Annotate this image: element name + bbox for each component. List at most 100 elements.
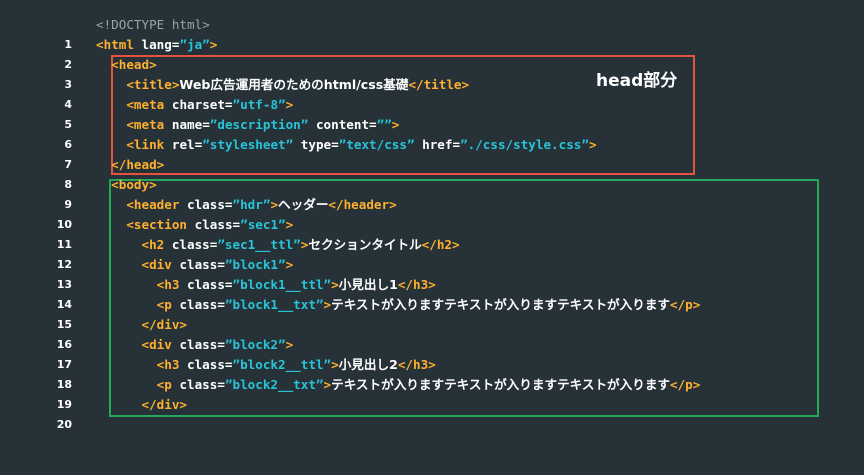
div-open-tag: <div <box>141 337 172 352</box>
code-line-12: 12 <h2 class=”sec1__ttl”>セクションタイトル</h2> <box>0 235 460 271</box>
link-open-tag: <link <box>126 137 165 152</box>
tag-end: > <box>270 197 279 212</box>
tag-end: > <box>285 257 294 272</box>
code-line-9: 9 <body> <box>0 175 156 211</box>
class-attribute: class= <box>187 357 233 372</box>
line-number: 20 <box>56 418 72 431</box>
title-text: Web広告運用者のためのhtml/css基礎 <box>179 77 409 92</box>
header-open-tag: <header <box>126 197 180 212</box>
code-line-13: 13 <div class=”block1”> <box>0 255 294 291</box>
rel-attribute: rel= <box>171 137 203 152</box>
tag-end: > <box>285 337 294 352</box>
name-attribute: name= <box>171 117 210 132</box>
p-close-tag: </p> <box>670 377 701 392</box>
body-open-tag: <body> <box>111 177 157 192</box>
head-open-tag: <head> <box>111 57 157 72</box>
doctype-declaration: <!DOCTYPE html> <box>96 17 210 32</box>
tag-end: > <box>331 277 339 292</box>
meta-open-tag: <meta <box>126 117 165 132</box>
class-value: ”block1__txt” <box>224 297 324 312</box>
name-value: ”description” <box>209 117 309 132</box>
class-value: ”block2__ttl” <box>232 357 332 372</box>
h3-text: 小見出し1 <box>338 277 398 292</box>
h3-close-tag: </h3> <box>397 357 436 372</box>
tag-end: > <box>331 357 339 372</box>
lang-attribute: lang= <box>141 37 180 52</box>
p-text: テキストが入りますテキストが入りますテキストが入ります <box>331 377 671 392</box>
tag-end: > <box>285 217 294 232</box>
title-open-tag: <title> <box>126 77 180 92</box>
class-attribute: class= <box>179 257 225 272</box>
code-line-11: 11 <section class=”sec1”> <box>0 215 294 251</box>
title-close-tag: </title> <box>408 77 470 92</box>
class-value: ”block1” <box>224 257 286 272</box>
tag-end: > <box>323 297 332 312</box>
tag-end: > <box>391 117 400 132</box>
content-value: ”” <box>376 117 392 132</box>
code-line-17: 17 <div class=”block2”> <box>0 335 294 371</box>
rel-value: ”stylesheet” <box>202 137 294 152</box>
h3-open-tag: <h3 <box>156 277 180 292</box>
code-editor: head部分 1 <!DOCTYPE html> 2 <html lang=”j… <box>0 0 864 432</box>
h2-close-tag: </h2> <box>421 237 460 252</box>
href-value: ”./css/style.css” <box>460 137 589 152</box>
h3-open-tag: <h3 <box>156 357 180 372</box>
tag-end: > <box>285 97 294 112</box>
head-section-label: head部分 <box>596 71 678 91</box>
code-line-19: 19 <p class=”block2__txt”>テキストが入りますテキストが… <box>0 375 701 411</box>
h3-text: 小見出し2 <box>338 357 398 372</box>
class-value: ”sec1__ttl” <box>217 237 301 252</box>
h2-open-tag: <h2 <box>141 237 165 252</box>
meta-open-tag: <meta <box>126 97 165 112</box>
code-line-18: 18 <h3 class=”block2__ttl”>小見出し2</h3> <box>0 355 436 391</box>
html-open-tag: <html <box>96 37 134 52</box>
p-open-tag: <p <box>156 377 172 392</box>
h2-text: セクションタイトル <box>308 237 422 252</box>
class-value: ”sec1” <box>240 217 286 232</box>
type-value: ”text/css” <box>338 137 415 152</box>
div-open-tag: <div <box>141 257 172 272</box>
code-line-7: 7 <link rel=”stylesheet” type=”text/css”… <box>0 135 596 171</box>
p-text: テキストが入りますテキストが入りますテキストが入ります <box>331 297 671 312</box>
tag-end: > <box>323 377 332 392</box>
code-line-6: 6 <meta name=”description” content=””> <box>0 115 399 151</box>
code-line-15: 15 <p class=”block1__txt”>テキストが入りますテキストが… <box>0 295 701 331</box>
head-close-tag: </head> <box>111 157 165 172</box>
code-line-20: 20 </div> <box>0 395 187 431</box>
code-line-3: 3 <head> <box>0 55 156 91</box>
h3-close-tag: </h3> <box>397 277 436 292</box>
href-attribute: href= <box>422 137 461 152</box>
class-attribute: class= <box>194 217 241 232</box>
code-line-2: 2 <html lang=”ja”> <box>0 35 217 71</box>
code-line-16: 16 </div> <box>0 315 187 351</box>
class-value: ”block1__ttl” <box>232 277 332 292</box>
class-value: ”block2” <box>224 337 286 352</box>
class-attribute: class= <box>187 197 233 212</box>
class-attribute: class= <box>187 277 233 292</box>
tag-end: > <box>588 137 597 152</box>
p-open-tag: <p <box>156 297 172 312</box>
class-value: ”hdr” <box>232 197 271 212</box>
code-line-8: 8 </head> <box>0 155 164 191</box>
div-close-tag: </div> <box>141 317 188 332</box>
charset-value: ”utf-8” <box>232 97 286 112</box>
code-line-14: 14 <h3 class=”block1__ttl”>小見出し1</h3> <box>0 275 436 311</box>
div-close-tag: </div> <box>141 397 188 412</box>
code-line-5: 5 <meta charset=”utf-8”> <box>0 95 293 131</box>
type-attribute: type= <box>300 137 339 152</box>
code-line-1: 1 <!DOCTYPE html> <box>0 15 209 51</box>
code-line-4: 4 <title>Web広告運用者のためのhtml/css基礎</title> <box>0 75 469 111</box>
code-line-10: 10 <header class=”hdr”>ヘッダー</header> <box>0 195 397 231</box>
tag-end: > <box>209 37 218 52</box>
header-close-tag: </header> <box>328 197 397 212</box>
class-attribute: class= <box>179 337 225 352</box>
class-attribute: class= <box>179 377 225 392</box>
lang-value: ”ja” <box>179 37 210 52</box>
class-value: ”block2__txt” <box>224 377 324 392</box>
header-text: ヘッダー <box>278 197 329 212</box>
class-attribute: class= <box>179 297 225 312</box>
section-open-tag: <section <box>126 217 188 232</box>
class-attribute: class= <box>171 237 218 252</box>
charset-attribute: charset= <box>171 97 233 112</box>
content-attribute: content= <box>315 117 377 132</box>
